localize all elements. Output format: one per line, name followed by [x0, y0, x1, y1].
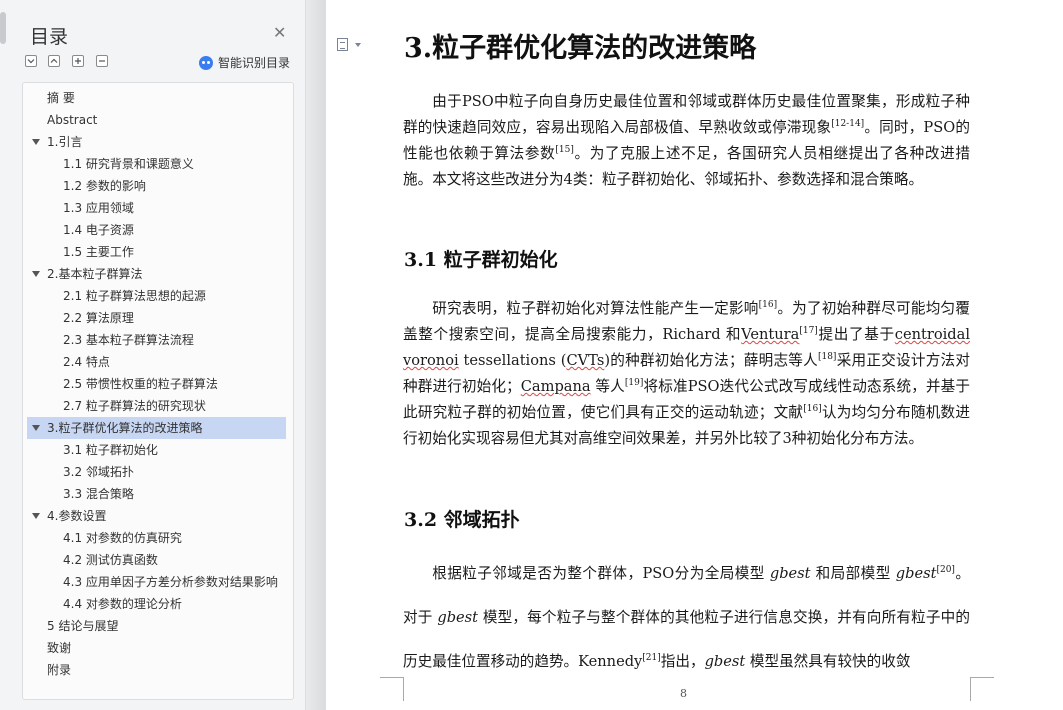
toc-item[interactable]: Abstract [27, 109, 286, 131]
toc-item[interactable]: 2.3 基本粒子群算法流程 [27, 329, 286, 351]
toc-item-label: 2.2 算法原理 [63, 311, 134, 325]
toc-item[interactable]: 5 结论与展望 [27, 615, 286, 637]
toc-item-label: 摘 要 [47, 91, 75, 105]
paragraph-intro: 由于PSO中粒子向自身历史最佳位置和邻域或群体历史最佳位置聚集，形成粒子种群的快… [403, 93, 970, 188]
toc-item[interactable]: 2.1 粒子群算法思想的起源 [27, 285, 286, 307]
toc-item-label: 2.3 基本粒子群算法流程 [63, 333, 194, 347]
toc-item[interactable]: 4.参数设置 [27, 505, 286, 527]
toc-item-label: 4.1 对参数的仿真研究 [63, 531, 182, 545]
toc-item-label: 4.2 测试仿真函数 [63, 553, 158, 567]
chevron-down-icon[interactable] [32, 513, 40, 519]
nav-scrollbar[interactable] [0, 12, 6, 44]
toc-item[interactable]: 附录 [27, 659, 286, 681]
citation: [20] [936, 565, 955, 576]
toc-item-label: 2.4 特点 [63, 355, 110, 369]
page-corner-mark [380, 677, 404, 701]
add-icon[interactable] [72, 55, 84, 67]
toc-item-label: 3.2 邻域拓扑 [63, 465, 134, 479]
toc-item-label: 1.5 主要工作 [63, 245, 134, 259]
toc-item[interactable]: 3.3 混合策略 [27, 483, 286, 505]
toc-item[interactable]: 摘 要 [27, 87, 286, 109]
toc-item-label: 1.引言 [47, 135, 83, 149]
paragraph-topology: 根据粒子邻域是否为整个群体，PSO分为全局模型 gbest 和局部模型 gbes… [403, 565, 970, 670]
citation: [16] [758, 300, 778, 311]
toc-item-label: 5 结论与展望 [47, 619, 119, 633]
remove-icon[interactable] [96, 55, 108, 67]
chevron-down-icon[interactable] [32, 271, 40, 277]
navigation-pane: 目录 ✕ 智能识别目录 摘 要 Abstract 1.引言 1.1 研究背景和课题意义… [0, 0, 306, 710]
toc-item[interactable]: 4.1 对参数的仿真研究 [27, 527, 286, 549]
toc-item-label: 2.7 粒子群算法的研究现状 [63, 399, 206, 413]
citation: [18] [817, 352, 837, 363]
smart-toc-button[interactable]: 智能识别目录 [199, 54, 290, 71]
toc-item[interactable]: 4.3 应用单因子方差分析参数对结果影响 [27, 571, 286, 593]
section-heading: 3.粒子群优化算法的改进策略 [404, 33, 757, 64]
page-gutter [306, 0, 326, 710]
citation: [16] [803, 404, 822, 415]
toc-item-label: 1.1 研究背景和课题意义 [63, 157, 194, 171]
ai-icon [199, 55, 213, 70]
toc-item-label: 1.4 电子资源 [63, 223, 134, 237]
toc-item-label: 致谢 [47, 641, 72, 655]
toc-item-label: 4.参数设置 [47, 509, 107, 523]
toc-item[interactable]: 1.1 研究背景和课题意义 [27, 153, 286, 175]
toc-item[interactable]: 4.4 对参数的理论分析 [27, 593, 286, 615]
collapse-all-icon[interactable] [25, 55, 37, 67]
toc-item[interactable]: 3.粒子群优化算法的改进策略 [27, 417, 286, 439]
toc-item-label: 1.2 参数的影响 [63, 179, 146, 193]
toc-item[interactable]: 1.4 电子资源 [27, 219, 286, 241]
toc-item[interactable]: 2.4 特点 [27, 351, 286, 373]
citation: [17] [799, 326, 818, 337]
citation: [21] [642, 653, 661, 664]
close-icon[interactable]: ✕ [273, 25, 286, 41]
toc-item[interactable]: 3.2 邻域拓扑 [27, 461, 286, 483]
toc-item-label: 4.3 应用单因子方差分析参数对结果影响 [63, 575, 278, 589]
page-corner-mark [970, 677, 994, 701]
chevron-down-icon[interactable] [32, 425, 40, 431]
toc-item[interactable]: 1.3 应用领域 [27, 197, 286, 219]
chevron-down-icon[interactable] [355, 43, 361, 47]
toc-item-label: 附录 [47, 663, 72, 677]
toc-item-label: 3.3 混合策略 [63, 487, 134, 501]
toc-item-label: 4.4 对参数的理论分析 [63, 597, 182, 611]
toc-item[interactable]: 2.2 算法原理 [27, 307, 286, 329]
subsection-heading-3-1: 3.1 粒子群初始化 [404, 249, 558, 271]
toc-item-label: 3.粒子群优化算法的改进策略 [47, 421, 203, 435]
toc-item[interactable]: 致谢 [27, 637, 286, 659]
toc-item-label: Abstract [47, 113, 98, 127]
document-icon[interactable] [337, 38, 348, 51]
toc-item-label: 2.1 粒子群算法思想的起源 [63, 289, 206, 303]
nav-title: 目录 [30, 26, 69, 48]
toc-item[interactable]: 2.5 带惯性权重的粒子群算法 [27, 373, 286, 395]
chevron-down-icon[interactable] [32, 139, 40, 145]
toc-list: 摘 要 Abstract 1.引言 1.1 研究背景和课题意义 1.2 参数的影响 1.3… [22, 82, 294, 700]
smart-toc-label: 智能识别目录 [218, 56, 291, 70]
toc-item-label: 2.基本粒子群算法 [47, 267, 143, 281]
paragraph-initialization: 研究表明，粒子群初始化对算法性能产生一定影响[16]。为了初始种群尽可能均匀覆盖… [403, 300, 970, 447]
toc-item-label: 3.1 粒子群初始化 [63, 443, 158, 457]
toc-item[interactable]: 2.基本粒子群算法 [27, 263, 286, 285]
citation: [15] [555, 145, 574, 156]
subsection-heading-3-2: 3.2 邻域拓扑 [404, 509, 520, 531]
toc-item-label: 2.5 带惯性权重的粒子群算法 [63, 377, 218, 391]
citation: [19] [624, 378, 644, 389]
expand-up-icon[interactable] [48, 55, 60, 67]
toc-item[interactable]: 3.1 粒子群初始化 [27, 439, 286, 461]
toc-item[interactable]: 2.7 粒子群算法的研究现状 [27, 395, 286, 417]
toc-item-label: 1.3 应用领域 [63, 201, 134, 215]
toc-item[interactable]: 4.2 测试仿真函数 [27, 549, 286, 571]
page-number: 8 [680, 687, 687, 700]
citation: [12-14] [831, 119, 865, 130]
toc-item[interactable]: 1.2 参数的影响 [27, 175, 286, 197]
toc-item[interactable]: 1.引言 [27, 131, 286, 153]
toc-item[interactable]: 1.5 主要工作 [27, 241, 286, 263]
